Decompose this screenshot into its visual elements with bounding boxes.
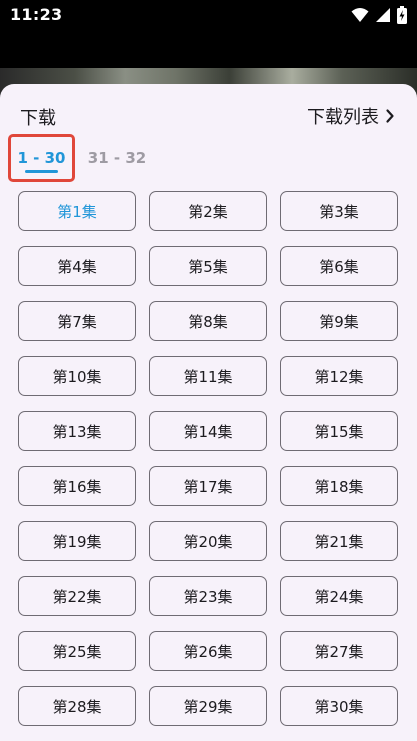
status-bar: 11:23 <box>0 0 417 30</box>
tab-active-indicator <box>25 170 58 173</box>
chevron-right-icon <box>385 108 395 124</box>
tab-range-1-30[interactable]: 1 - 30 <box>8 134 75 182</box>
episode-button[interactable]: 第26集 <box>149 631 267 671</box>
sheet-title: 下载 <box>20 108 56 129</box>
download-list-button[interactable]: 下载列表 <box>307 103 395 129</box>
episode-button[interactable]: 第7集 <box>18 301 136 341</box>
episode-button[interactable]: 第27集 <box>280 631 398 671</box>
episode-button[interactable]: 第30集 <box>280 686 398 726</box>
episode-button[interactable]: 第8集 <box>149 301 267 341</box>
tab-range-31-32[interactable]: 31 - 32 <box>75 134 159 182</box>
episode-button[interactable]: 第4集 <box>18 246 136 286</box>
episode-button[interactable]: 第14集 <box>149 411 267 451</box>
signal-icon <box>375 7 391 23</box>
episode-button[interactable]: 第6集 <box>280 246 398 286</box>
episode-button[interactable]: 第22集 <box>18 576 136 616</box>
episode-button[interactable]: 第3集 <box>280 191 398 231</box>
tab-label: 1 - 30 <box>17 149 66 167</box>
battery-charging-icon <box>397 6 407 24</box>
episode-button[interactable]: 第20集 <box>149 521 267 561</box>
download-list-label: 下载列表 <box>307 107 379 128</box>
episode-button[interactable]: 第25集 <box>18 631 136 671</box>
episode-button[interactable]: 第18集 <box>280 466 398 506</box>
episode-grid: 第1集 第2集 第3集 第4集 第5集 第6集 第7集 第8集 第9集 第10集… <box>18 191 399 726</box>
episode-button[interactable]: 第5集 <box>149 246 267 286</box>
wifi-icon <box>351 7 369 23</box>
tab-label: 31 - 32 <box>87 149 147 167</box>
episode-button[interactable]: 第19集 <box>18 521 136 561</box>
episode-button[interactable]: 第28集 <box>18 686 136 726</box>
episode-button[interactable]: 第17集 <box>149 466 267 506</box>
status-icons <box>351 6 407 24</box>
episode-button[interactable]: 第23集 <box>149 576 267 616</box>
episode-button[interactable]: 第24集 <box>280 576 398 616</box>
download-sheet: 下载 下载列表 1 - 30 31 - 32 第1集 第2集 第3集 第4集 第… <box>0 84 417 741</box>
status-time: 11:23 <box>10 5 63 24</box>
episode-button[interactable]: 第11集 <box>149 356 267 396</box>
episode-button[interactable]: 第10集 <box>18 356 136 396</box>
episode-button[interactable]: 第2集 <box>149 191 267 231</box>
episode-button[interactable]: 第13集 <box>18 411 136 451</box>
episode-button[interactable]: 第12集 <box>280 356 398 396</box>
episode-button[interactable]: 第29集 <box>149 686 267 726</box>
episode-button[interactable]: 第16集 <box>18 466 136 506</box>
episode-range-tabs: 1 - 30 31 - 32 <box>8 134 159 182</box>
episode-button[interactable]: 第15集 <box>280 411 398 451</box>
episode-button[interactable]: 第21集 <box>280 521 398 561</box>
episode-button[interactable]: 第9集 <box>280 301 398 341</box>
episode-button[interactable]: 第1集 <box>18 191 136 231</box>
